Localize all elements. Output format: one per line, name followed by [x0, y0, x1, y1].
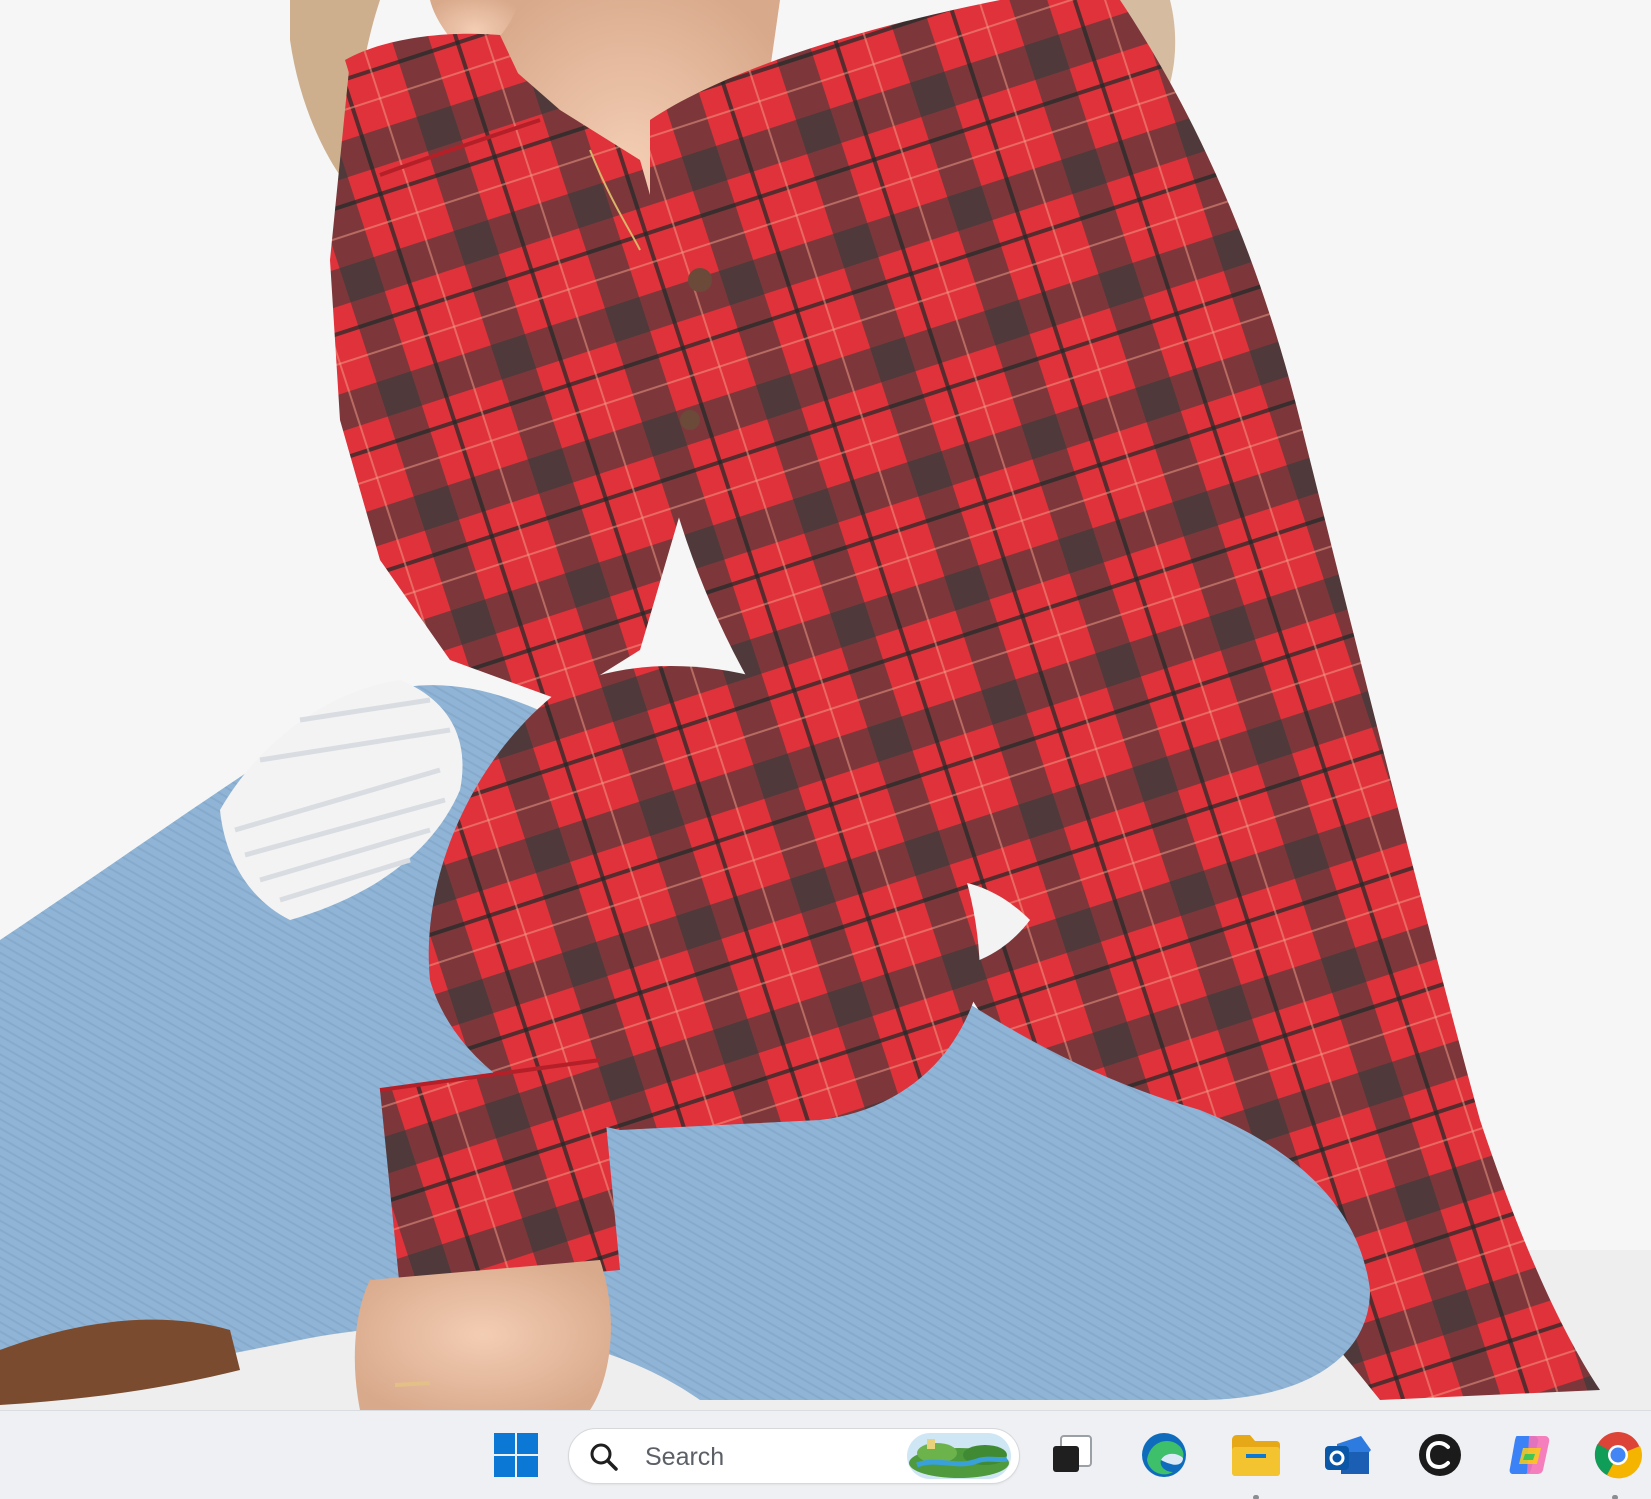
search-label: Search [645, 1443, 725, 1471]
chrome-button[interactable] [1590, 1427, 1646, 1483]
edge-button[interactable] [1136, 1427, 1192, 1483]
copilot-icon [1509, 1436, 1550, 1474]
taskbar-search-box[interactable]: Search [568, 1428, 1020, 1484]
outlook-icon [1325, 1436, 1371, 1474]
chrome-icon [1594, 1432, 1642, 1479]
search-icon [590, 1443, 618, 1471]
search-highlight[interactable] [907, 1433, 1011, 1479]
folder-icon [1232, 1435, 1280, 1476]
plaid-shirt-photo [0, 0, 1651, 1410]
task-view-button[interactable] [1044, 1427, 1100, 1483]
edge-browser-icon [1142, 1433, 1186, 1477]
wallpaper-photo [0, 0, 1651, 1410]
taskbar: Search [0, 1410, 1651, 1499]
chrome-running-indicator [1612, 1495, 1618, 1499]
task-view-icon [1053, 1435, 1092, 1472]
c-app-icon [1419, 1434, 1461, 1476]
start-button[interactable] [488, 1427, 544, 1483]
desktop-screen: Search [0, 0, 1651, 1499]
outlook-button[interactable] [1320, 1427, 1376, 1483]
landscape-highlight-icon [907, 1433, 1011, 1479]
file-explorer-running-indicator [1253, 1495, 1259, 1499]
windows-logo-icon [494, 1433, 538, 1477]
file-explorer-button[interactable] [1228, 1427, 1284, 1483]
c-app-button[interactable] [1412, 1427, 1468, 1483]
copilot-button[interactable] [1502, 1427, 1558, 1483]
